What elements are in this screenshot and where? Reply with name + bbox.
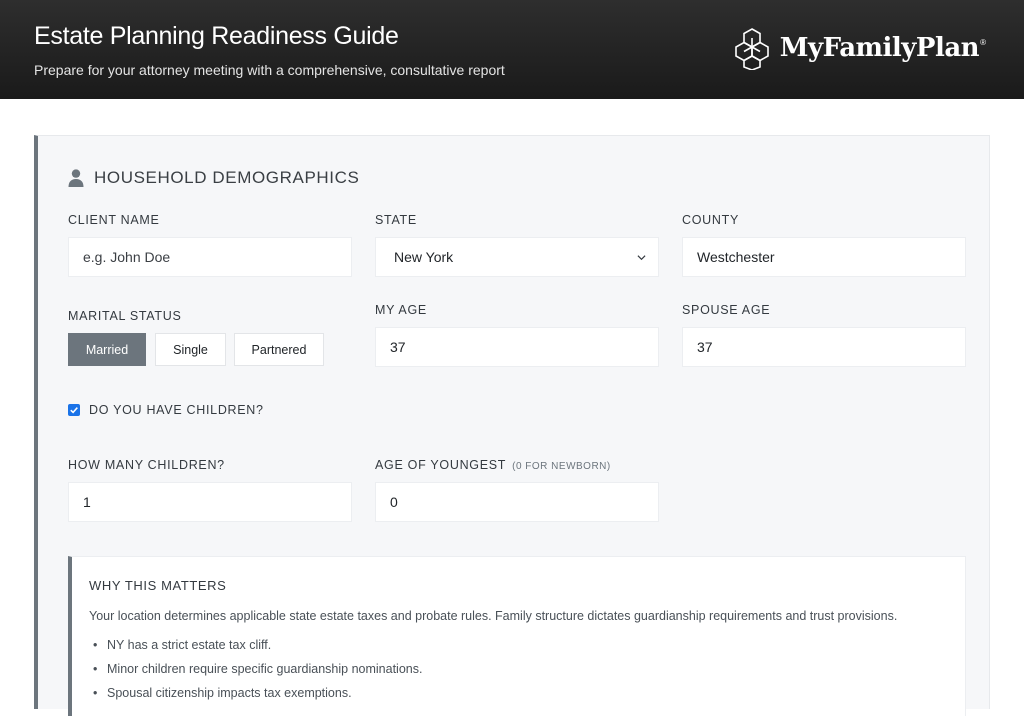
age-of-youngest-hint: (0 FOR NEWBORN) <box>512 461 611 472</box>
spouse-age-input[interactable]: 37 <box>682 327 966 367</box>
how-many-children-label: HOW MANY CHILDREN? <box>68 458 225 472</box>
chevron-down-icon <box>637 255 646 261</box>
marital-status-label: MARITAL STATUS <box>68 309 182 323</box>
state-label: STATE <box>375 213 417 227</box>
client-name-label: CLIENT NAME <box>68 213 160 227</box>
brand-name: MyFamilyPlan <box>779 33 980 63</box>
age-of-youngest-label: AGE OF YOUNGEST (0 FOR NEWBORN) <box>375 458 611 472</box>
person-icon <box>68 169 84 187</box>
why-this-matters-title: WHY THIS MATTERS <box>89 578 227 593</box>
my-age-label: MY AGE <box>375 303 427 317</box>
has-children-label[interactable]: DO YOU HAVE CHILDREN? <box>89 403 264 417</box>
list-item: Spousal citizenship impacts tax exemptio… <box>89 685 422 709</box>
spouse-age-label: SPOUSE AGE <box>682 303 771 317</box>
client-name-input[interactable]: e.g. John Doe <box>68 237 352 277</box>
section-title: HOUSEHOLD DEMOGRAPHICS <box>68 168 359 188</box>
age-of-youngest-input[interactable]: 0 <box>375 482 659 522</box>
list-item: Minor children require specific guardian… <box>89 661 422 685</box>
has-children-checkbox[interactable] <box>68 404 80 416</box>
marital-option-married[interactable]: Married <box>68 333 146 366</box>
my-age-input[interactable]: 37 <box>375 327 659 367</box>
checkmark-icon <box>70 407 78 414</box>
household-demographics-panel: HOUSEHOLD DEMOGRAPHICS CLIENT NAME e.g. … <box>34 135 990 716</box>
county-label: COUNTY <box>682 213 739 227</box>
age-of-youngest-label-text: AGE OF YOUNGEST <box>375 458 507 472</box>
registered-mark: ® <box>980 37 986 47</box>
county-input[interactable]: Westchester <box>682 237 966 277</box>
section-title-text: HOUSEHOLD DEMOGRAPHICS <box>94 168 360 187</box>
brand-logo[interactable]: MyFamilyPlan ® <box>730 26 986 70</box>
list-item: NY has a strict estate tax cliff. <box>89 637 422 661</box>
hexagon-cube-logo-icon <box>734 28 769 70</box>
page-title: Estate Planning Readiness Guide <box>34 22 399 50</box>
how-many-children-input[interactable]: 1 <box>68 482 352 522</box>
state-value: New York <box>394 249 454 265</box>
page-subtitle: Prepare for your attorney meeting with a… <box>34 62 505 78</box>
app-header: Estate Planning Readiness Guide Prepare … <box>0 0 1024 99</box>
why-this-matters-text: Your location determines applicable stat… <box>89 609 898 623</box>
marital-option-single[interactable]: Single <box>155 333 226 366</box>
marital-option-partnered[interactable]: Partnered <box>234 333 324 366</box>
why-this-matters-box: WHY THIS MATTERS Your location determine… <box>68 556 966 716</box>
why-this-matters-list: NY has a strict estate tax cliff. Minor … <box>89 637 422 709</box>
state-select[interactable]: New York <box>375 237 659 277</box>
